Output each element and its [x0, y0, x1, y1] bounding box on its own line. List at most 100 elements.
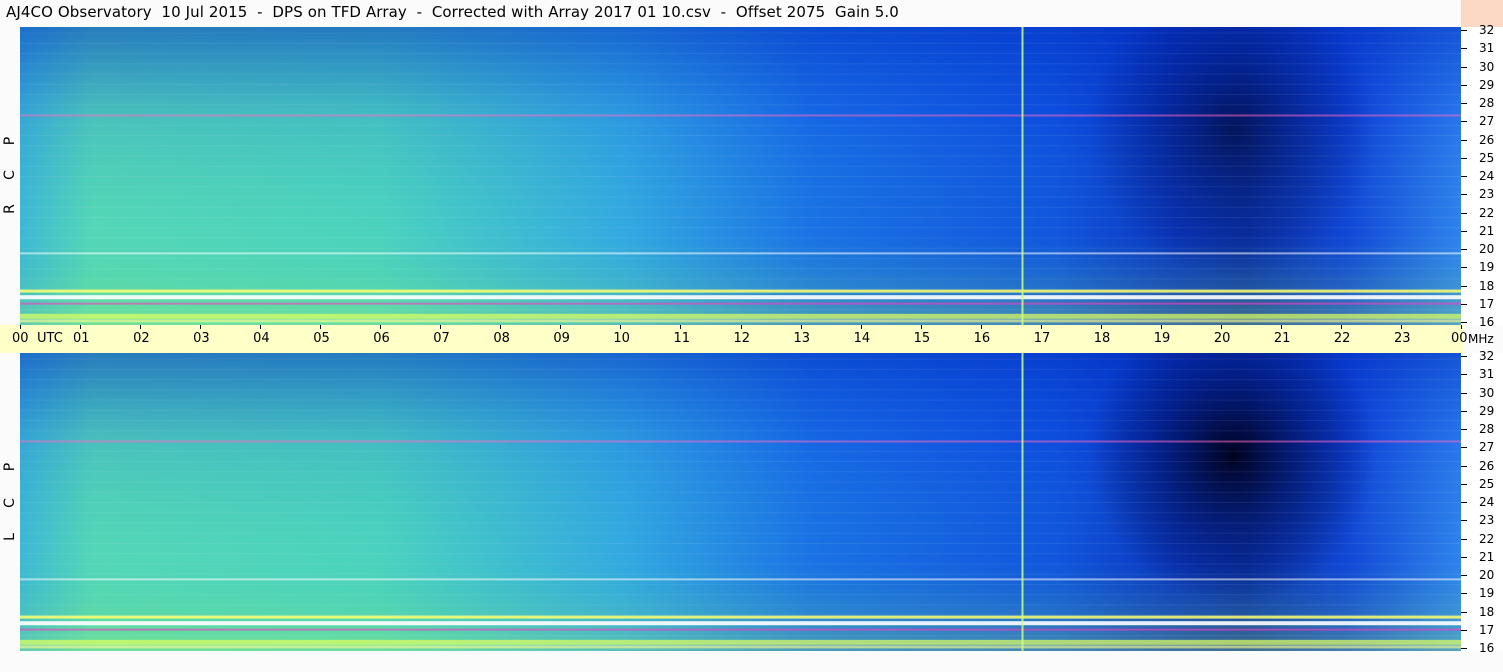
- texture-streak: [20, 32, 1461, 34]
- frequency-tick-label: 25: [1479, 150, 1495, 165]
- frequency-tick-label: 28: [1479, 96, 1495, 110]
- frequency-tick-mark: [1461, 593, 1467, 595]
- time-tick-label: 00: [12, 331, 29, 346]
- frequency-tick-mark: [1461, 374, 1467, 376]
- texture-streak: [20, 206, 1461, 208]
- frequency-tick-label: 20: [1479, 242, 1495, 256]
- texture-streak: [20, 420, 1461, 422]
- texture-streak: [20, 368, 1461, 370]
- frequency-tick-label: 29: [1479, 77, 1495, 92]
- spectrogram-lcp: [20, 353, 1461, 651]
- frequency-tick-mark: [1461, 629, 1467, 631]
- texture-streak: [20, 216, 1461, 218]
- time-tick-mark: [1040, 325, 1042, 329]
- polarization-letter: P: [2, 462, 18, 472]
- frequency-tick-label: 19: [1479, 260, 1495, 275]
- time-tick-mark: [80, 325, 82, 329]
- time-tick-mark: [500, 325, 502, 329]
- texture-streak: [20, 399, 1461, 401]
- time-tick-mark: [560, 325, 562, 329]
- time-tick-mark: [200, 325, 202, 329]
- frequency-tick-mark: [1461, 611, 1467, 613]
- texture-streak: [20, 63, 1461, 65]
- time-tick-mark: [680, 325, 682, 329]
- time-tick-mark: [1400, 325, 1402, 329]
- texture-streak: [20, 53, 1461, 55]
- texture-streak: [20, 94, 1461, 96]
- interference-band: [20, 628, 1461, 631]
- time-tick-mark: [1220, 325, 1222, 329]
- texture-streak: [20, 124, 1461, 126]
- chart-title: AJ4CO Observatory 10 Jul 2015 - DPS on T…: [6, 3, 899, 21]
- texture-streak: [20, 358, 1461, 360]
- texture-streak: [20, 471, 1461, 473]
- frequency-tick-label: 17: [1479, 622, 1495, 637]
- interference-band: [20, 302, 1461, 305]
- texture-streak: [20, 481, 1461, 483]
- texture-streak: [20, 532, 1461, 534]
- texture-streak: [20, 135, 1461, 137]
- time-tick-mark: [140, 325, 142, 329]
- time-tick-label: 01: [73, 331, 90, 346]
- polarization-letter: L: [2, 533, 18, 541]
- texture-streak: [20, 165, 1461, 167]
- texture-streak: [20, 635, 1461, 637]
- interference-band: [20, 295, 1461, 300]
- frequency-tick-label: 24: [1479, 169, 1495, 183]
- texture-streak: [20, 430, 1461, 432]
- polarization-letter: C: [2, 170, 18, 180]
- frequency-tick-label: 31: [1479, 41, 1495, 56]
- texture-streak: [20, 155, 1461, 157]
- texture-streak: [20, 145, 1461, 147]
- polarization-letter: R: [2, 204, 18, 214]
- time-tick-mark: [920, 325, 922, 329]
- utc-label: UTC: [37, 331, 63, 346]
- spectrogram-svg-0: [20, 27, 1461, 325]
- time-tick-mark: [980, 325, 982, 329]
- texture-streak: [20, 614, 1461, 616]
- texture-streak: [20, 573, 1461, 575]
- texture-streak: [20, 83, 1461, 85]
- frequency-tick-label: 16: [1479, 315, 1495, 329]
- interference-band: [20, 639, 1461, 645]
- texture-streak: [20, 278, 1461, 280]
- frequency-tick-mark: [1461, 447, 1467, 449]
- frequency-tick-mark: [1461, 194, 1467, 196]
- time-tick-label: 14: [853, 331, 871, 346]
- texture-streak: [20, 247, 1461, 249]
- frequency-tick-mark: [1461, 121, 1467, 123]
- frequency-tick-label: 24: [1479, 495, 1495, 509]
- texture-streak: [20, 104, 1461, 106]
- time-tick-mark: [380, 325, 382, 329]
- frequency-tick-mark: [1461, 483, 1467, 485]
- frequency-tick-label: 22: [1479, 205, 1495, 220]
- frequency-tick-label: 25: [1479, 476, 1495, 491]
- time-tick-label: 21: [1273, 331, 1291, 346]
- frequency-axis-bottom: 32 31 30 29 28 27 26 25 24 23 22 21 20 19 18 17 16: [1461, 349, 1503, 655]
- time-tick-mark: [20, 325, 21, 329]
- frequency-tick-label: 26: [1479, 132, 1495, 147]
- polarization-letter: C: [2, 498, 18, 508]
- time-tick-label: 06: [373, 331, 390, 346]
- texture-streak: [20, 257, 1461, 259]
- frequency-tick-label: 32: [1479, 23, 1495, 37]
- time-tick-label: 12: [733, 331, 751, 346]
- frequency-tick-label: 32: [1479, 349, 1495, 363]
- texture-streak: [20, 319, 1461, 321]
- texture-streak: [20, 379, 1461, 381]
- time-tick-label: 19: [1153, 331, 1171, 346]
- time-tick-mark: [1160, 325, 1162, 329]
- frequency-tick-label: 30: [1479, 59, 1495, 74]
- interference-band: [20, 252, 1461, 255]
- frequency-tick-label: 18: [1479, 604, 1495, 619]
- time-tick-mark: [1280, 325, 1282, 329]
- interference-band: [20, 313, 1461, 319]
- time-tick-label: 22: [1333, 331, 1351, 346]
- frequency-tick-label: 21: [1479, 223, 1495, 238]
- frequency-tick-mark: [1461, 249, 1467, 250]
- spectrogram-svg-1: [20, 353, 1461, 651]
- time-tick-label: 16: [973, 331, 991, 346]
- time-tick-mark: [1461, 325, 1462, 329]
- interference-band: [20, 578, 1461, 581]
- time-tick-label: 02: [133, 331, 150, 346]
